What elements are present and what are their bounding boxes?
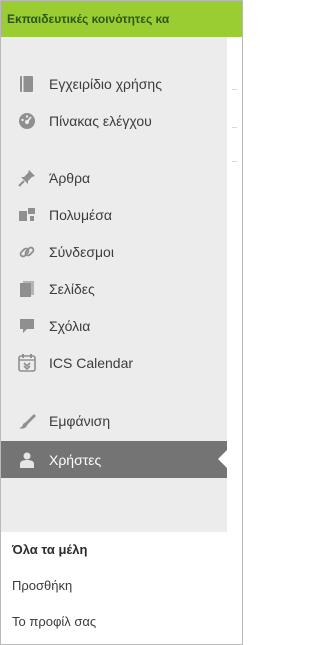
divider <box>232 161 237 162</box>
menu-item-ics-calendar[interactable]: ICS Calendar <box>1 345 227 381</box>
site-title-bar[interactable]: Εκπαιδευτικές κοινότητες κα <box>1 1 242 37</box>
menu-label: ICS Calendar <box>49 355 134 371</box>
active-indicator-arrow <box>218 450 227 468</box>
menu-item-comments[interactable]: Σχόλια <box>1 308 227 344</box>
calendar-icon <box>16 352 38 374</box>
menu-label: Σχόλια <box>49 318 91 334</box>
media-icon <box>16 204 38 226</box>
users-icon <box>16 449 38 471</box>
menu-item-appearance[interactable]: Εμφάνιση <box>1 403 227 439</box>
site-title[interactable]: Εκπαιδευτικές κοινότητες κα <box>7 12 169 26</box>
pin-icon <box>16 167 38 189</box>
menu-item-media[interactable]: Πολυμέσα <box>1 197 227 233</box>
menu-item-manual[interactable]: Εγχειρίδιο χρήσης <box>1 66 227 102</box>
menu-label: Εγχειρίδιο χρήσης <box>49 76 162 92</box>
divider <box>232 127 237 128</box>
users-submenu: Όλα τα μέλη Προσθήκη Το προφίλ σας <box>1 532 227 644</box>
menu-item-dashboard[interactable]: Πίνακας ελέγχου <box>1 103 227 139</box>
menu-label: Χρήστες <box>49 451 102 468</box>
appearance-icon <box>16 410 38 432</box>
menu-label: Εμφάνιση <box>49 413 111 429</box>
divider <box>232 89 237 90</box>
comment-icon <box>16 315 38 337</box>
link-icon <box>16 241 38 263</box>
admin-window: Εκπαιδευτικές κοινότητες κα Εγχειρίδιο χ… <box>0 0 243 645</box>
menu-label: Πολυμέσα <box>49 207 112 223</box>
book-icon <box>16 73 38 95</box>
submenu-item-your-profile[interactable]: Το προφίλ σας <box>12 614 96 629</box>
submenu-item-add-new[interactable]: Προσθήκη <box>12 578 72 593</box>
dashboard-icon <box>16 110 38 132</box>
pages-icon <box>16 278 38 300</box>
menu-item-posts[interactable]: Άρθρα <box>1 160 227 196</box>
content-area-edge <box>227 37 242 644</box>
menu-label: Σύνδεσμοι <box>49 244 114 260</box>
submenu-item-all-members[interactable]: Όλα τα μέλη <box>12 542 87 557</box>
menu-label: Σελίδες <box>49 281 95 297</box>
menu-label: Άρθρα <box>49 170 91 186</box>
menu-item-links[interactable]: Σύνδεσμοι <box>1 234 227 270</box>
menu-item-pages[interactable]: Σελίδες <box>1 271 227 307</box>
menu-item-users[interactable]: Χρήστες <box>1 441 227 478</box>
menu-label: Πίνακας ελέγχου <box>49 113 152 129</box>
